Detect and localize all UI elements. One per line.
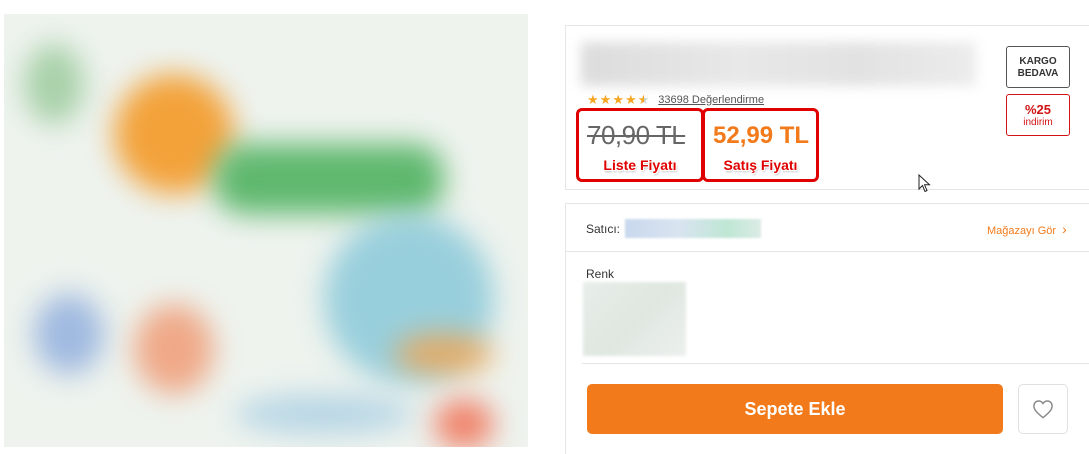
image-blob [234, 394, 414, 434]
half-star-icon: ★ [637, 92, 650, 107]
heart-outline-icon [1033, 400, 1053, 419]
star-icon: ★ [612, 92, 624, 107]
sale-price-label: Satış Fiyatı [723, 157, 798, 173]
star-icon: ★ [599, 92, 612, 107]
favorite-button[interactable] [1018, 384, 1068, 434]
color-label: Renk [586, 267, 615, 281]
discount-percent: %25 [1024, 102, 1052, 117]
star-rating: ★ ★ ★ ★ ★ [587, 93, 649, 106]
divider [582, 363, 1089, 364]
product-image[interactable] [4, 14, 528, 447]
visit-store-label: Mağazayı Gör [987, 225, 1057, 237]
image-blob [24, 44, 84, 124]
image-blob [434, 399, 494, 447]
color-option[interactable] [583, 282, 686, 356]
product-info-panel: ★ ★ ★ ★ ★ 33698 Değerlendirme 70,90 TL L… [565, 25, 1089, 190]
divider [566, 251, 1089, 252]
add-to-cart-button[interactable]: Sepete Ekle [587, 384, 1003, 434]
sale-price-highlight: 52,99 TL Satış Fiyatı [702, 108, 819, 182]
image-blob [394, 334, 494, 374]
mouse-pointer-icon [918, 174, 931, 193]
reviews-link[interactable]: 33698 Değerlendirme [658, 94, 764, 106]
product-title-redacted [581, 42, 976, 86]
discount-label: indirim [1023, 117, 1053, 128]
seller-panel: Satıcı: Mağazayı Gör › Renk Sepete Ekle [565, 203, 1089, 454]
list-price-label: Liste Fiyatı [603, 157, 677, 173]
chevron-right-icon: › [1062, 221, 1067, 237]
seller-name-redacted[interactable] [625, 219, 761, 238]
list-price: 70,90 TL [587, 120, 686, 150]
image-blob [134, 304, 214, 394]
free-shipping-badge: KARGO BEDAVA [1006, 46, 1070, 88]
seller-label: Satıcı: [586, 222, 621, 236]
discount-badge: %25 indirim [1006, 94, 1070, 136]
list-price-highlight: 70,90 TL Liste Fiyatı [576, 108, 704, 182]
image-blob [214, 144, 444, 214]
image-blob [34, 294, 104, 374]
star-icon: ★ [587, 92, 599, 107]
visit-store-link[interactable]: Mağazayı Gör › [987, 221, 1067, 237]
star-icon: ★ [624, 92, 637, 107]
sale-price: 52,99 TL [713, 122, 810, 149]
rating: ★ ★ ★ ★ ★ 33698 Değerlendirme [587, 93, 764, 106]
